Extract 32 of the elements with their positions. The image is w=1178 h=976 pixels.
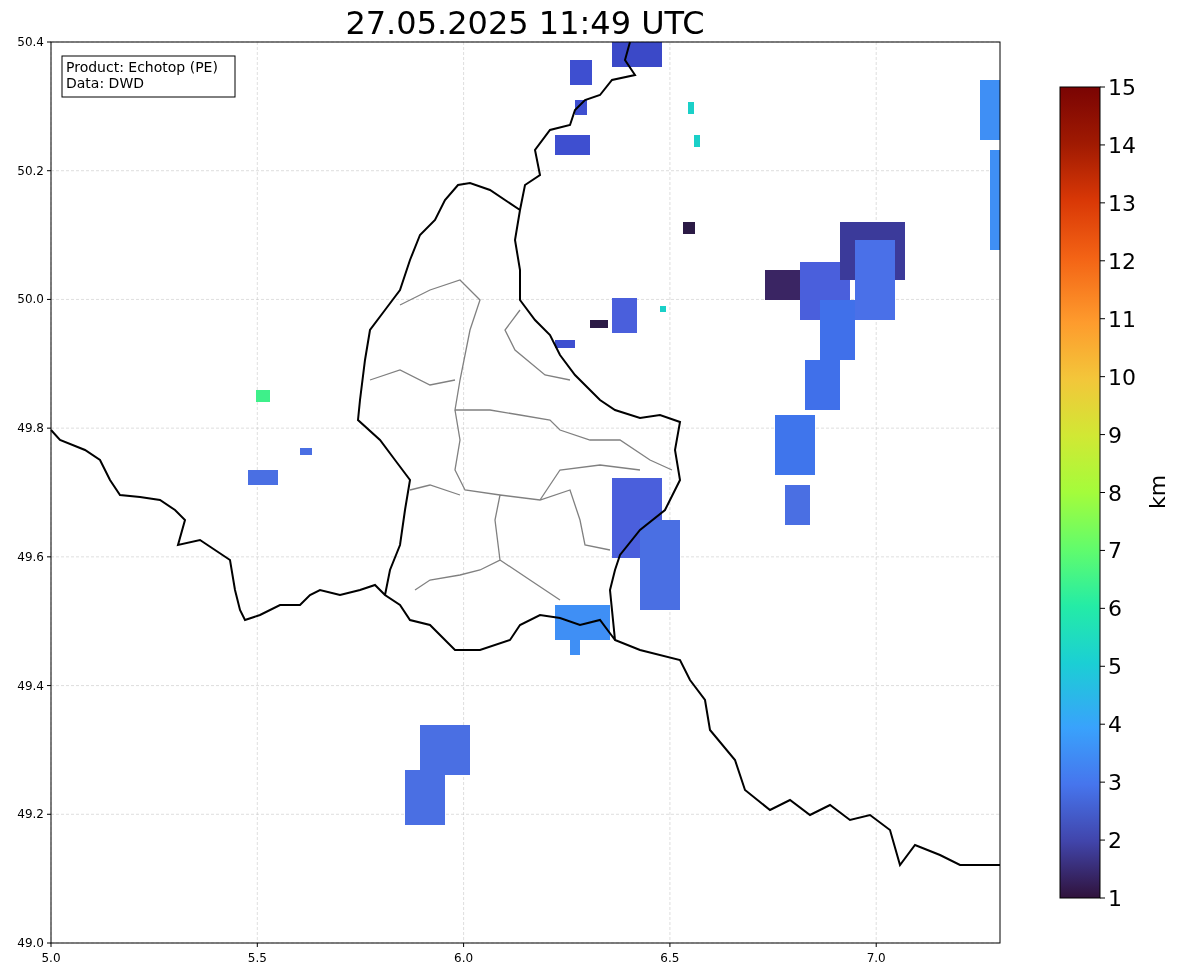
y-tick-label: 49.4 (17, 678, 44, 693)
colorbar-tick-label: 13 (1108, 190, 1136, 216)
colorbar-tick-label: 11 (1108, 306, 1136, 332)
colorbar-tick-label: 7 (1108, 538, 1122, 564)
colorbar-tick-label: 4 (1108, 712, 1122, 738)
y-tick-label: 49.0 (17, 936, 44, 950)
plot-title: 27.05.2025 11:49 UTC (345, 4, 705, 42)
legend-text: Data: DWD (66, 75, 144, 91)
colorbar-tick-label: 2 (1108, 828, 1122, 854)
colorbar-tick-label: 6 (1108, 596, 1122, 622)
legend-text: Product: Echotop (PE) (66, 59, 218, 75)
colorbar-tick-label: 14 (1108, 132, 1136, 158)
y-tick-label: 50.4 (17, 35, 44, 49)
colorbar-tick-label: 10 (1108, 364, 1136, 390)
colorbar-tick-label: 1 (1108, 886, 1122, 911)
colorbar-tick-label: 9 (1108, 422, 1122, 448)
y-tick-label: 49.2 (17, 807, 44, 822)
y-tick-label: 50.2 (17, 163, 44, 178)
y-tick-label: 49.8 (17, 421, 44, 436)
colorbar-tick-label: 12 (1108, 248, 1136, 274)
y-tick-label: 50.0 (17, 292, 44, 307)
colorbar-tick-label: 5 (1108, 654, 1122, 680)
colorbar-tick-label: 3 (1108, 770, 1122, 796)
x-tick-label: 5.0 (41, 951, 61, 965)
x-tick-label: 6.0 (454, 951, 474, 965)
y-tick-label: 49.6 (17, 549, 44, 564)
colorbar-tick-label: 8 (1108, 480, 1122, 506)
x-tick-label: 7.0 (866, 951, 886, 965)
x-tick-label: 6.5 (660, 951, 680, 965)
x-tick-label: 5.5 (247, 951, 267, 965)
colorbar-label: km (1145, 474, 1170, 510)
colorbar-tick-label: 15 (1108, 75, 1136, 100)
